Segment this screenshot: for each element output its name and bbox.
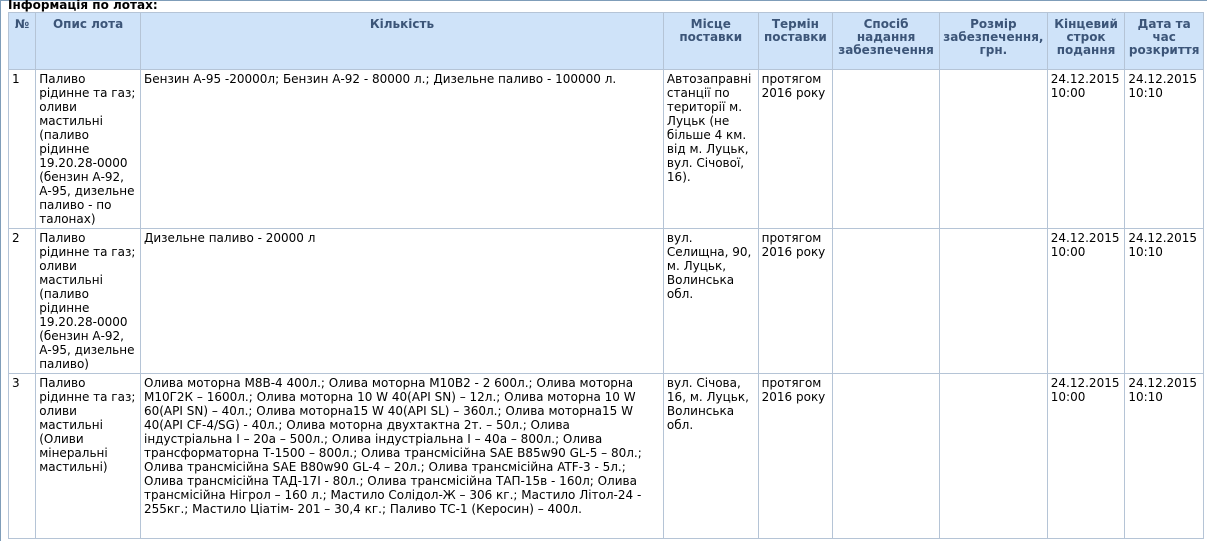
cell-deadline: 24.12.2015 10:00 — [1046, 373, 1126, 539]
cell-opening-date: 24.12.2015 10:10 — [1124, 228, 1204, 374]
cell-deadline: 24.12.2015 10:00 — [1046, 228, 1126, 374]
header-deadline: Кінцевий строк подання — [1046, 12, 1126, 70]
cell-delivery-term: протягом 2016 року — [757, 228, 834, 374]
cell-security-size — [938, 69, 1048, 229]
table-header-row: № Опис лота Кількість Місце поставки Тер… — [7, 12, 1204, 70]
header-delivery-place: Місце поставки — [662, 12, 759, 70]
header-quantity: Кількість — [139, 12, 664, 70]
header-description: Опис лота — [35, 12, 141, 70]
cell-opening-date: 24.12.2015 10:10 — [1124, 373, 1204, 539]
cell-security-method — [832, 373, 940, 539]
cell-quantity: Бензин А-95 -20000л; Бензин А-92 - 80000… — [139, 69, 664, 229]
cell-num: 3 — [7, 373, 37, 539]
cell-delivery-place: вул. Січова, 16, м. Луцьк, Волинська обл… — [662, 373, 759, 539]
cell-deadline: 24.12.2015 10:00 — [1046, 69, 1126, 229]
lots-table: № Опис лота Кількість Місце поставки Тер… — [7, 12, 1204, 539]
header-security-size: Розмір забезпечення, грн. — [938, 12, 1048, 70]
cell-delivery-term: протягом 2016 року — [757, 373, 834, 539]
cell-delivery-place: вул. Селищна, 90, м. Луцьк, Волинська об… — [662, 228, 759, 374]
header-delivery-term: Термін поставки — [757, 12, 834, 70]
table-row: 1 Паливо рідинне та газ; оливи мастильні… — [7, 69, 1204, 229]
cell-num: 2 — [7, 228, 37, 374]
table-row: 3 Паливо рідинне та газ; оливи мастильні… — [7, 373, 1204, 539]
section-title: Інформація по лотах: — [8, 0, 158, 12]
header-security-method: Спосіб надання забезпечення — [832, 12, 940, 70]
cell-num: 1 — [7, 69, 37, 229]
cell-delivery-term: протягом 2016 року — [757, 69, 834, 229]
cell-opening-date: 24.12.2015 10:10 — [1124, 69, 1204, 229]
header-opening-date: Дата та час розкриття — [1124, 12, 1204, 70]
table-row: 2 Паливо рідинне та газ; оливи мастильні… — [7, 228, 1204, 374]
cell-security-size — [938, 373, 1048, 539]
cell-quantity: Олива моторна М8В-4 400л.; Олива моторна… — [139, 373, 664, 539]
cell-security-method — [832, 69, 940, 229]
cell-description: Паливо рідинне та газ; оливи мастильні (… — [35, 373, 141, 539]
cell-description: Паливо рідинне та газ; оливи мастильні (… — [35, 228, 141, 374]
cell-security-method — [832, 228, 940, 374]
header-num: № — [7, 12, 37, 70]
cell-delivery-place: Автозаправні станції по території м. Луц… — [662, 69, 759, 229]
cell-description: Паливо рідинне та газ; оливи мастильні (… — [35, 69, 141, 229]
cell-quantity: Дизельне паливо - 20000 л — [139, 228, 664, 374]
cell-security-size — [938, 228, 1048, 374]
